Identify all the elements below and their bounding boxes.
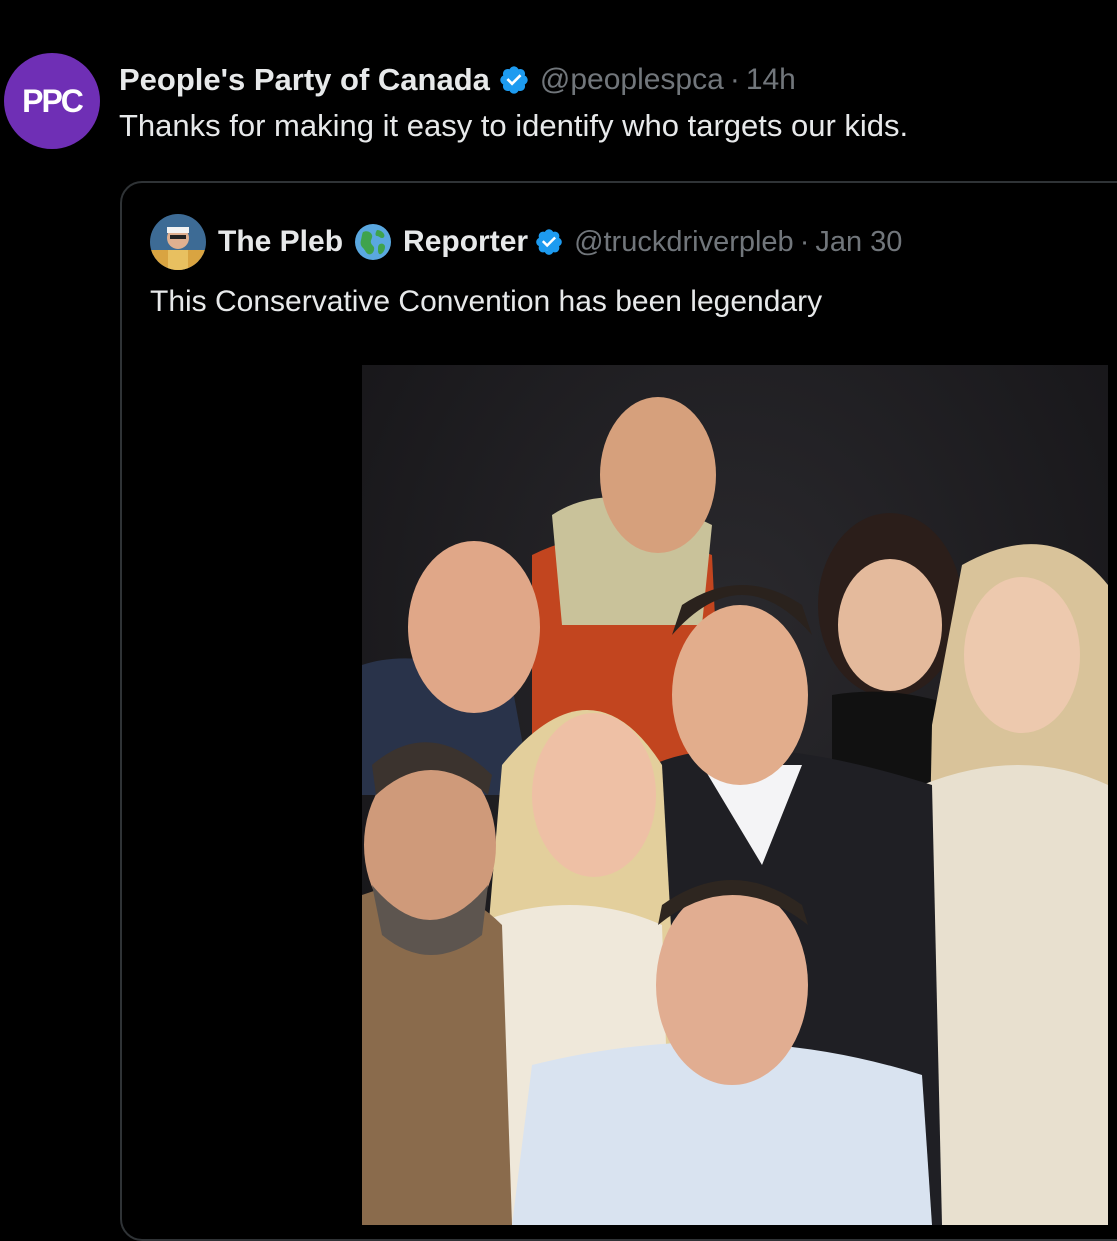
quote-header: The Pleb Reporter @truckdriverpleb · Jan… bbox=[150, 213, 902, 271]
pleb-avatar-image bbox=[150, 214, 206, 270]
quote-text: This Conservative Convention has been le… bbox=[150, 285, 823, 318]
quote-author-handle[interactable]: @truckdriverpleb bbox=[574, 226, 794, 259]
verified-badge-icon bbox=[536, 229, 562, 255]
pleb-avatar[interactable] bbox=[150, 214, 206, 270]
quoted-tweet[interactable]: The Pleb Reporter @truckdriverpleb · Jan… bbox=[120, 181, 1117, 1241]
header-separator: · bbox=[729, 63, 740, 96]
quote-author-name[interactable]: The Pleb Reporter bbox=[218, 222, 564, 262]
globe-emoji-icon bbox=[355, 224, 392, 260]
tweet-header: People's Party of Canada @peoplespca · 1… bbox=[119, 58, 796, 102]
tweet-text: Thanks for making it easy to identify wh… bbox=[119, 108, 909, 143]
quote-author-name-part1: The Pleb bbox=[218, 225, 344, 258]
ppc-avatar[interactable]: PPC bbox=[4, 53, 100, 149]
author-display-name[interactable]: People's Party of Canada bbox=[119, 62, 490, 98]
quote-header-separator: · bbox=[799, 225, 810, 258]
tweet-timestamp[interactable]: 14h bbox=[746, 63, 796, 97]
group-photo-image bbox=[362, 365, 1108, 1225]
ppc-avatar-text: PPC bbox=[22, 82, 84, 119]
author-handle[interactable]: @peoplespca bbox=[540, 63, 724, 97]
tweet[interactable]: PPC People's Party of Canada @peoplespca… bbox=[0, 0, 1117, 1241]
quote-timestamp[interactable]: Jan 30 bbox=[815, 226, 902, 259]
quote-photo[interactable] bbox=[362, 365, 1108, 1225]
quote-author-name-part2: Reporter bbox=[403, 225, 529, 258]
verified-badge-icon bbox=[500, 66, 528, 94]
